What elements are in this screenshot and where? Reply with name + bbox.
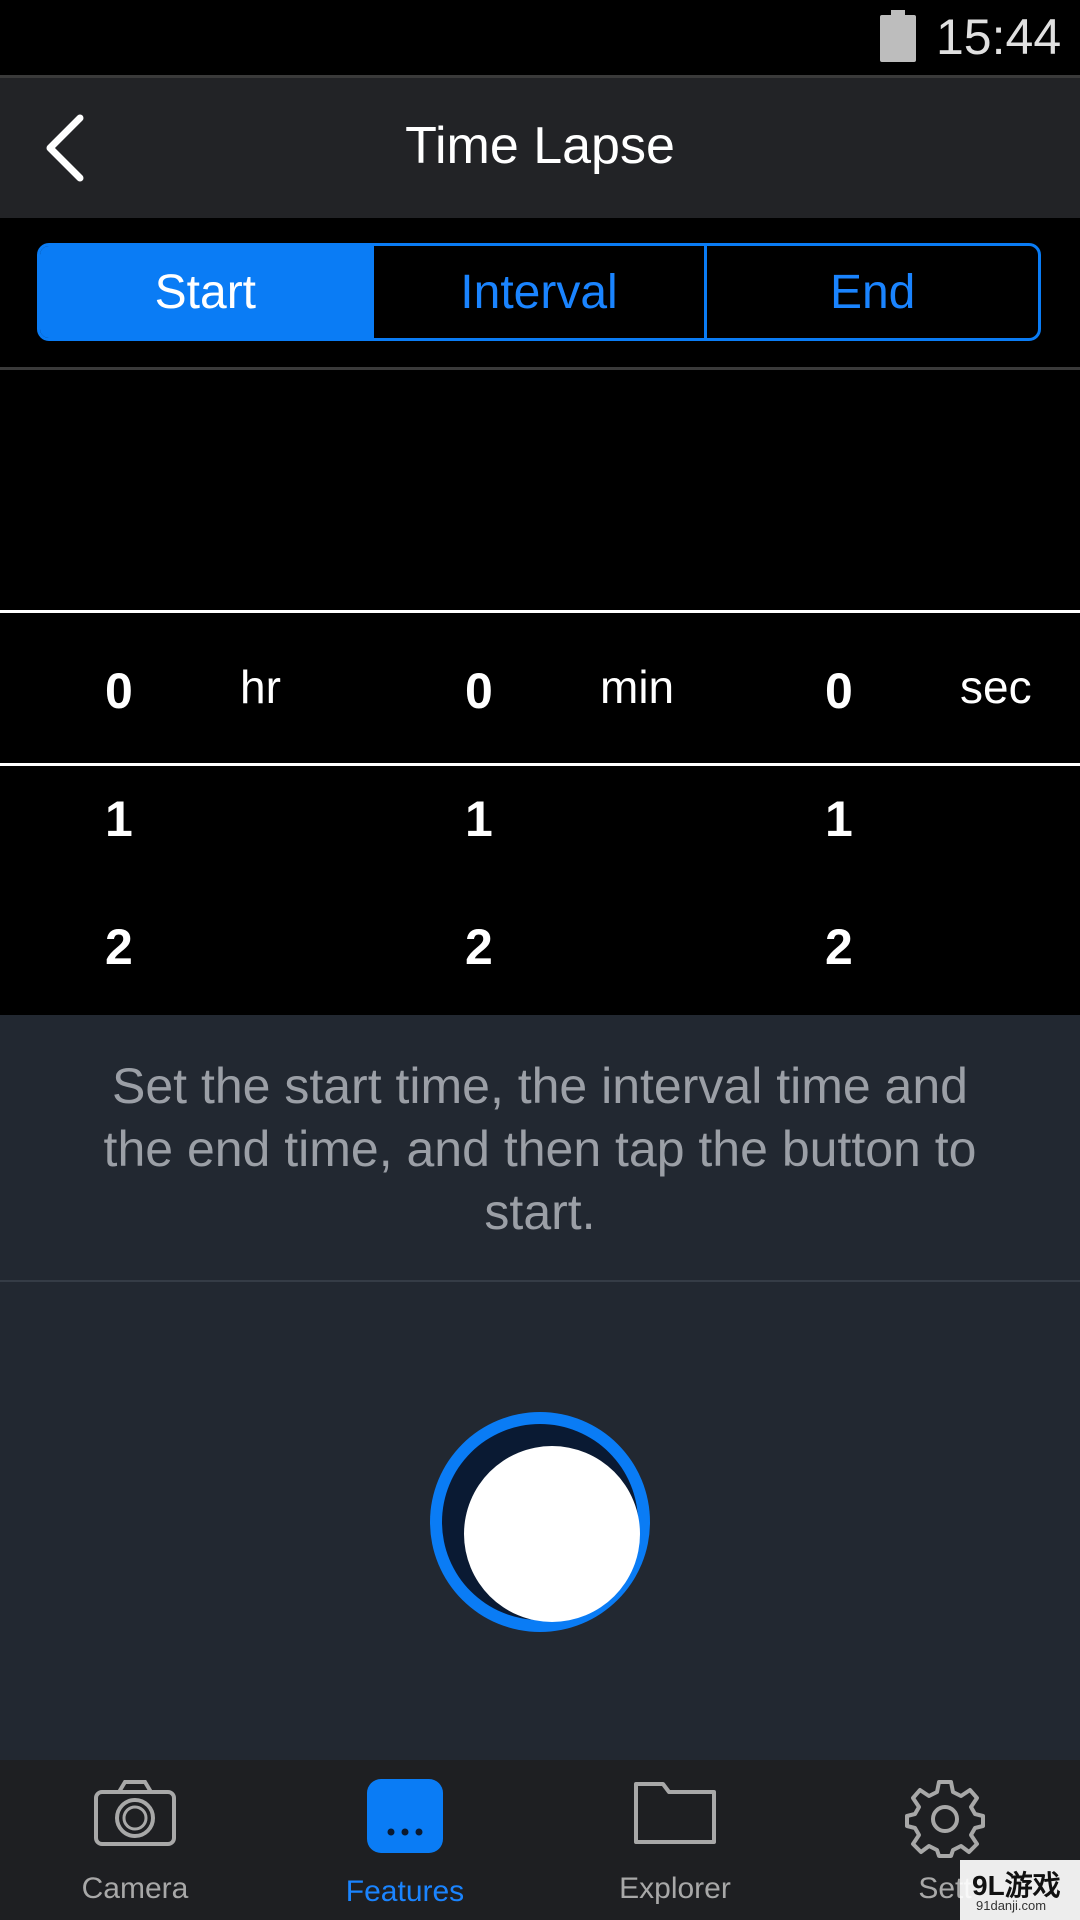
tab-start[interactable]: Start [40, 246, 371, 338]
selection-line-bottom [0, 763, 1080, 766]
tab-camera[interactable]: Camera [0, 1760, 270, 1920]
minutes-unit: min [600, 661, 675, 713]
watermark-url: 91danji.com [976, 1898, 1047, 1913]
status-bar: 15:44 [0, 0, 1080, 78]
hours-value[interactable]: 1 [105, 790, 133, 848]
minutes-value[interactable]: 1 [465, 790, 493, 848]
hours-unit: hr [240, 661, 281, 713]
folder-icon [634, 1782, 716, 1844]
segmented-control: Start Interval End [37, 243, 1041, 341]
header-bar: Time Lapse [0, 78, 1080, 218]
shutter-core [464, 1446, 640, 1622]
tab-label: Features [345, 1875, 465, 1908]
hours-value-selected[interactable]: 0 [105, 662, 133, 720]
minutes-value[interactable]: 2 [465, 918, 493, 976]
selection-line-top [0, 610, 1080, 613]
instructions-panel: Set the start time, the interval time an… [0, 1015, 1080, 1282]
action-area [0, 1282, 1080, 1760]
start-button[interactable] [430, 1412, 650, 1632]
minutes-value-selected[interactable]: 0 [465, 662, 493, 720]
camera-icon [94, 1780, 176, 1846]
tab-label: Camera [81, 1872, 189, 1905]
page-title: Time Lapse [405, 117, 675, 175]
seconds-value-selected[interactable]: 0 [825, 662, 853, 720]
hours-value[interactable]: 2 [105, 918, 133, 976]
bottom-tab-bar: Camera Features Explorer Sett [0, 1760, 1080, 1920]
shutter-ring [442, 1424, 640, 1622]
tab-interval[interactable]: Interval [370, 246, 705, 338]
tab-label: Explorer [619, 1872, 731, 1905]
status-time: 15:44 [936, 9, 1062, 65]
seconds-value[interactable]: 1 [825, 790, 853, 848]
tab-features[interactable]: Features [270, 1760, 540, 1920]
watermark: 9L游戏 91danji.com [960, 1860, 1080, 1920]
more-dots-icon [367, 1779, 443, 1853]
battery-icon [880, 10, 916, 62]
tab-explorer[interactable]: Explorer [540, 1760, 810, 1920]
seconds-value[interactable]: 2 [825, 918, 853, 976]
time-picker[interactable]: 0 hr 1 2 0 min 1 2 0 sec 1 2 [0, 370, 1080, 1015]
tab-end[interactable]: End [704, 246, 1038, 338]
instructions-text: Set the start time, the interval time an… [103, 1058, 977, 1240]
gear-icon [905, 1780, 985, 1858]
seconds-unit: sec [960, 661, 1032, 713]
